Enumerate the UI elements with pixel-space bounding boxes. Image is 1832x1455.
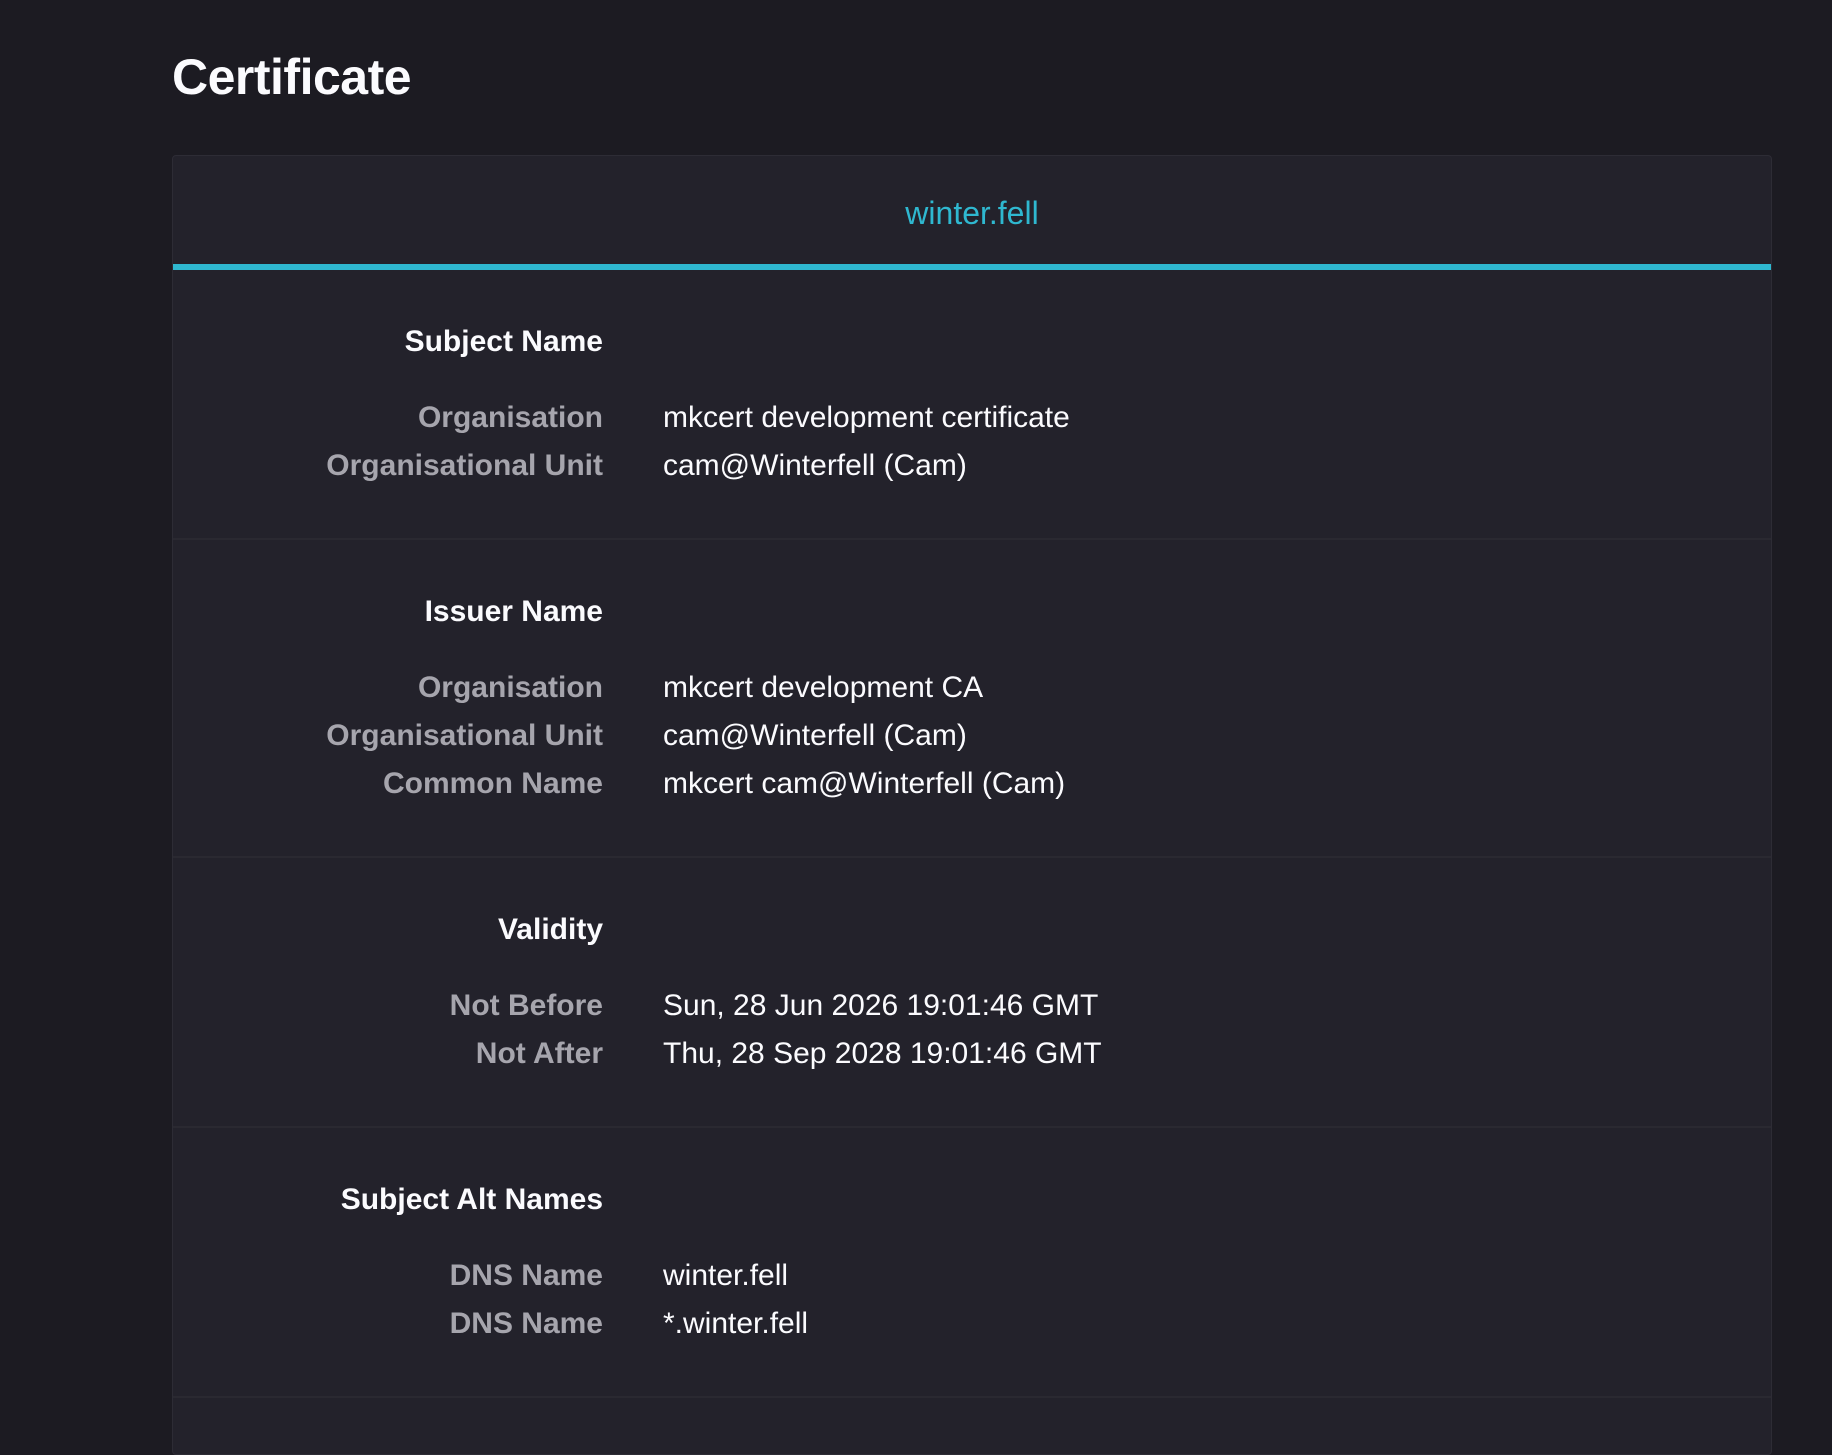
- row-value: mkcert development CA: [663, 671, 984, 704]
- row-label: Organisational Unit: [326, 719, 603, 752]
- row-value: Sun, 28 Jun 2026 19:01:46 GMT: [663, 989, 1099, 1022]
- row-label: Common Name: [382, 767, 603, 800]
- row-value: *.winter.fell: [663, 1307, 809, 1340]
- info-row: Not Before Sun, 28 Jun 2026 19:01:46 GMT: [173, 982, 1771, 1030]
- tab-winter-fell[interactable]: winter.fell: [173, 156, 1771, 270]
- row-label: Organisational Unit: [326, 449, 603, 482]
- section-title: Subject Name: [404, 325, 603, 358]
- row-value: mkcert development certificate: [663, 401, 1070, 434]
- row-value: cam@Winterfell (Cam): [663, 449, 967, 482]
- row-label: Not Before: [449, 989, 603, 1022]
- row-label: Organisation: [417, 671, 603, 704]
- section-validity: Validity Not Before Sun, 28 Jun 2026 19:…: [173, 858, 1771, 1128]
- section-subject-alt-names: Subject Alt Names DNS Name winter.fell D…: [173, 1128, 1771, 1398]
- row-label: Not After: [475, 1037, 603, 1070]
- page-title: Certificate: [172, 49, 412, 105]
- row-label: Organisation: [417, 401, 603, 434]
- info-row: Not After Thu, 28 Sep 2028 19:01:46 GMT: [173, 1030, 1771, 1078]
- info-row: DNS Name winter.fell: [173, 1252, 1771, 1300]
- row-label: DNS Name: [449, 1259, 603, 1292]
- tab-bar: winter.fell: [173, 156, 1771, 270]
- info-row: DNS Name *.winter.fell: [173, 1300, 1771, 1348]
- section-title: Validity: [497, 913, 603, 946]
- row-value: cam@Winterfell (Cam): [663, 719, 967, 752]
- info-row: Organisation mkcert development CA: [173, 664, 1771, 712]
- section-subject-name: Subject Name Organisation mkcert develop…: [173, 270, 1771, 540]
- row-label: DNS Name: [449, 1307, 603, 1340]
- section-issuer-name: Issuer Name Organisation mkcert developm…: [173, 540, 1771, 858]
- info-row: Organisation mkcert development certific…: [173, 394, 1771, 442]
- row-value: mkcert cam@Winterfell (Cam): [663, 767, 1066, 800]
- section-title: Issuer Name: [424, 595, 603, 628]
- certificate-card: winter.fell Subject Name Organisation mk…: [172, 155, 1772, 1455]
- info-row: Organisational Unit cam@Winterfell (Cam): [173, 712, 1771, 760]
- info-row: Common Name mkcert cam@Winterfell (Cam): [173, 760, 1771, 808]
- row-value: Thu, 28 Sep 2028 19:01:46 GMT: [663, 1037, 1102, 1070]
- section-title: Subject Alt Names: [340, 1183, 603, 1216]
- row-value: winter.fell: [663, 1259, 789, 1292]
- info-row: Organisational Unit cam@Winterfell (Cam): [173, 442, 1771, 490]
